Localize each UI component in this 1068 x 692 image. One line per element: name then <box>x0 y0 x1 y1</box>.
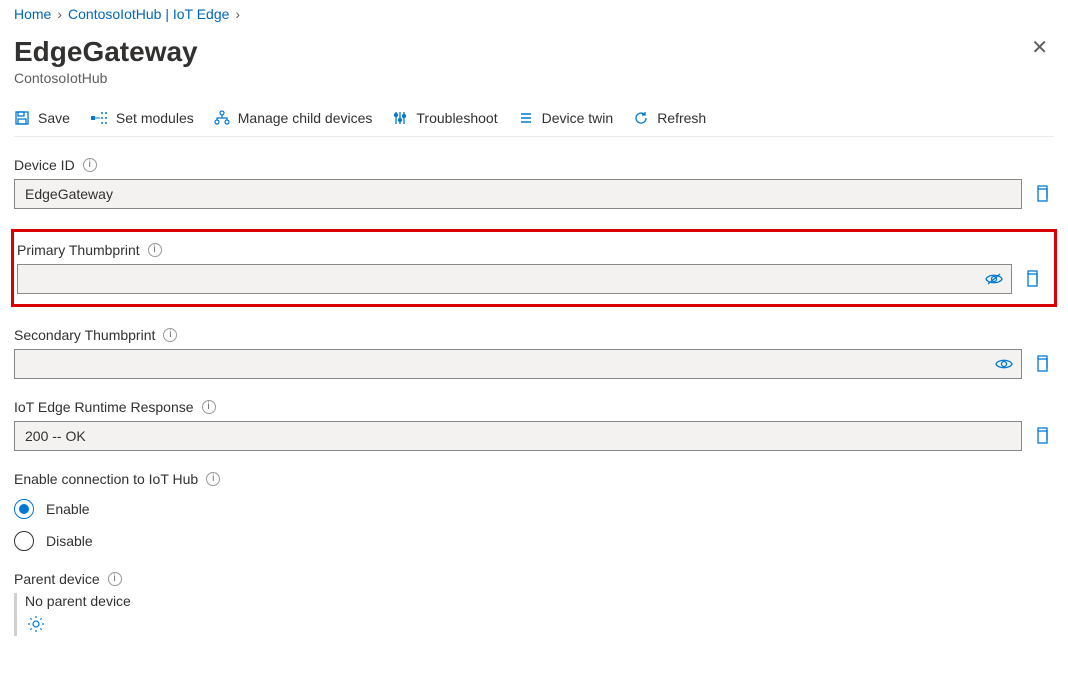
refresh-button[interactable]: Refresh <box>633 110 706 126</box>
radio-enable-label: Enable <box>46 501 90 517</box>
secondary-thumbprint-label: Secondary Thumbprint <box>14 327 155 343</box>
device-id-value: EdgeGateway <box>25 186 113 202</box>
refresh-label: Refresh <box>657 110 706 126</box>
runtime-response-label: IoT Edge Runtime Response <box>14 399 194 415</box>
copy-icon[interactable] <box>1034 427 1054 445</box>
runtime-response-value: 200 -- OK <box>25 428 86 444</box>
device-id-label: Device ID <box>14 157 75 173</box>
toolbar: Save Set modules Manage child devices Tr… <box>14 100 1054 137</box>
page-subtitle: ContosoIotHub <box>14 70 198 86</box>
primary-thumbprint-label: Primary Thumbprint <box>17 242 140 258</box>
copy-icon[interactable] <box>1024 270 1044 288</box>
eye-icon[interactable] <box>995 357 1013 371</box>
enable-connection-label: Enable connection to IoT Hub <box>14 471 198 487</box>
info-icon[interactable]: i <box>83 158 97 172</box>
radio-circle-icon <box>14 531 34 551</box>
info-icon[interactable]: i <box>148 243 162 257</box>
save-icon <box>14 110 30 126</box>
device-id-field[interactable]: EdgeGateway <box>14 179 1022 209</box>
gear-icon[interactable] <box>27 615 45 633</box>
save-label: Save <box>38 110 70 126</box>
set-modules-label: Set modules <box>116 110 194 126</box>
radio-enable[interactable]: Enable <box>14 499 1054 519</box>
breadcrumb-home[interactable]: Home <box>14 6 51 22</box>
breadcrumb: Home › ContosoIotHub | IoT Edge › <box>14 6 1054 22</box>
secondary-thumbprint-field[interactable] <box>14 349 1022 379</box>
parent-device-block: No parent device <box>14 593 1054 636</box>
manage-child-label: Manage child devices <box>238 110 373 126</box>
chevron-right-icon: › <box>235 6 240 22</box>
copy-icon[interactable] <box>1034 185 1054 203</box>
refresh-icon <box>633 110 649 126</box>
device-twin-button[interactable]: Device twin <box>518 110 614 126</box>
runtime-response-field[interactable]: 200 -- OK <box>14 421 1022 451</box>
list-icon <box>518 110 534 126</box>
save-button[interactable]: Save <box>14 110 70 126</box>
info-icon[interactable]: i <box>163 328 177 342</box>
parent-device-label: Parent device <box>14 571 100 587</box>
chevron-right-icon: › <box>57 6 62 22</box>
radio-disable-label: Disable <box>46 533 93 549</box>
primary-thumbprint-field[interactable] <box>17 264 1012 294</box>
set-modules-button[interactable]: Set modules <box>90 110 194 126</box>
radio-disable[interactable]: Disable <box>14 531 1054 551</box>
hierarchy-icon <box>214 110 230 126</box>
device-twin-label: Device twin <box>542 110 614 126</box>
modules-icon <box>90 110 108 126</box>
page-title: EdgeGateway <box>14 36 198 68</box>
radio-circle-icon <box>14 499 34 519</box>
sliders-icon <box>392 110 408 126</box>
troubleshoot-label: Troubleshoot <box>416 110 497 126</box>
manage-child-button[interactable]: Manage child devices <box>214 110 373 126</box>
eye-hidden-icon[interactable] <box>985 272 1003 286</box>
parent-device-value: No parent device <box>25 593 1054 609</box>
info-icon[interactable]: i <box>206 472 220 486</box>
primary-thumbprint-highlight: Primary Thumbprint i <box>11 229 1057 307</box>
info-icon[interactable]: i <box>202 400 216 414</box>
close-icon[interactable]: ✕ <box>1025 32 1054 64</box>
troubleshoot-button[interactable]: Troubleshoot <box>392 110 497 126</box>
breadcrumb-hub[interactable]: ContosoIotHub | IoT Edge <box>68 6 229 22</box>
info-icon[interactable]: i <box>108 572 122 586</box>
copy-icon[interactable] <box>1034 355 1054 373</box>
